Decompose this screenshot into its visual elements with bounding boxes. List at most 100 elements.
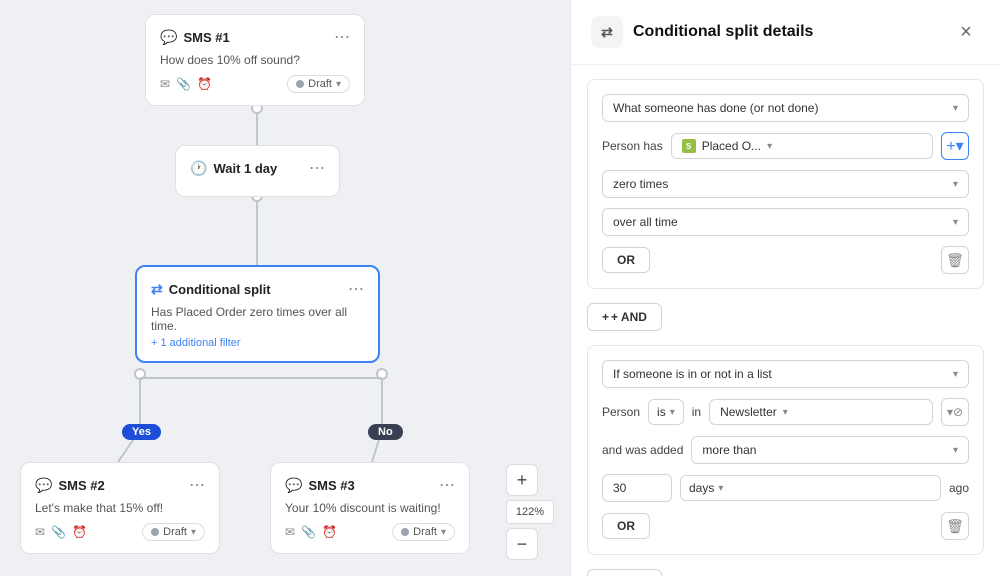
block1-times-chevron: ▾ bbox=[953, 179, 958, 190]
block1-add-filter-button[interactable]: +▾ bbox=[941, 132, 969, 160]
and-plus-icon: + bbox=[602, 310, 609, 324]
draft-dot bbox=[296, 80, 304, 88]
block2-delete-button[interactable]: 🗑 bbox=[941, 512, 969, 540]
sms1-title: 💬 SMS #1 bbox=[160, 29, 230, 46]
sms2-node: 💬 SMS #2 ⋯ Let's make that 15% off! ✉ 📎 … bbox=[20, 462, 220, 554]
block2-days-row: days ▾ ago bbox=[602, 474, 969, 502]
conditional-more-button[interactable]: ⋯ bbox=[348, 279, 364, 299]
shopify-logo: S bbox=[682, 139, 696, 153]
block1-footer: OR 🗑 bbox=[602, 246, 969, 274]
block2-top-select[interactable]: If someone is in or not in a list ▾ bbox=[602, 360, 969, 388]
zoom-in-button[interactable]: + bbox=[506, 464, 538, 496]
block1-or-button[interactable]: OR bbox=[602, 247, 650, 273]
condition-block-2: If someone is in or not in a list ▾ Pers… bbox=[587, 345, 984, 555]
sms1-draft-badge[interactable]: Draft ▾ bbox=[287, 75, 350, 93]
sms2-icons: ✉ 📎 ⏰ bbox=[35, 525, 87, 539]
clip-icon: 📎 bbox=[176, 77, 191, 91]
condition-block-1: What someone has done (or not done) ▾ Pe… bbox=[587, 79, 984, 289]
sms3-clock-icon: ⏰ bbox=[322, 525, 337, 539]
filter-icon: ▾⊘ bbox=[947, 405, 963, 419]
block1-delete-icon: 🗑 bbox=[946, 252, 964, 269]
conditional-split-panel: ⇄ Conditional split details × What someo… bbox=[570, 0, 1000, 576]
sms3-header: 💬 SMS #3 ⋯ bbox=[285, 475, 455, 495]
block1-period-select[interactable]: over all time ▾ bbox=[602, 208, 969, 236]
sms2-draft-chevron: ▾ bbox=[191, 527, 196, 538]
sms-icon: 💬 bbox=[160, 29, 177, 46]
block2-more-than-select[interactable]: more than ▾ bbox=[691, 436, 969, 464]
conditional-body: Has Placed Order zero times over all tim… bbox=[151, 305, 364, 349]
conditional-header: ⇄ Conditional split ⋯ bbox=[151, 279, 364, 299]
panel-title-group: ⇄ Conditional split details bbox=[591, 16, 813, 48]
sms3-icons: ✉ 📎 ⏰ bbox=[285, 525, 337, 539]
block1-person-row: Person has S Placed O... ▾ +▾ bbox=[602, 132, 969, 160]
block1-person-label: Person has bbox=[602, 139, 663, 153]
sms3-more-button[interactable]: ⋯ bbox=[439, 475, 455, 495]
block2-filter-button[interactable]: ▾⊘ bbox=[941, 398, 969, 426]
sms3-envelope-icon: ✉ bbox=[285, 525, 295, 539]
is-chevron: ▾ bbox=[670, 407, 675, 418]
sms2-clock-icon: ⏰ bbox=[72, 525, 87, 539]
block1-times-select[interactable]: zero times ▾ bbox=[602, 170, 969, 198]
block2-person-row: Person is ▾ in Newsletter ▾ ▾⊘ bbox=[602, 398, 969, 426]
panel-icon: ⇄ bbox=[591, 16, 623, 48]
sms2-title: 💬 SMS #2 bbox=[35, 477, 105, 494]
sms2-draft-dot bbox=[151, 528, 159, 536]
sms3-draft-chevron: ▾ bbox=[441, 527, 446, 538]
wait-title: 🕐 Wait 1 day bbox=[190, 160, 277, 177]
split-icon: ⇄ bbox=[151, 281, 163, 298]
block2-newsletter-select[interactable]: Newsletter ▾ bbox=[709, 399, 933, 425]
sms3-node: 💬 SMS #3 ⋯ Your 10% discount is waiting!… bbox=[270, 462, 470, 554]
sms2-envelope-icon: ✉ bbox=[35, 525, 45, 539]
block1-shopify-select[interactable]: S Placed O... ▾ bbox=[671, 133, 933, 159]
block1-top-chevron: ▾ bbox=[953, 103, 958, 114]
block1-delete-button[interactable]: 🗑 bbox=[941, 246, 969, 274]
block2-delete-icon: 🗑 bbox=[946, 518, 964, 535]
block1-period-chevron: ▾ bbox=[953, 217, 958, 228]
sms2-header: 💬 SMS #2 ⋯ bbox=[35, 475, 205, 495]
block2-days-input[interactable] bbox=[602, 474, 672, 502]
clock-icon: ⏰ bbox=[197, 77, 212, 91]
canvas-controls: + 122% − bbox=[506, 464, 554, 560]
more-than-chevron: ▾ bbox=[953, 445, 958, 456]
wait-node: 🕐 Wait 1 day ⋯ bbox=[175, 145, 340, 197]
block2-or-button[interactable]: OR bbox=[602, 513, 650, 539]
sms1-node: 💬 SMS #1 ⋯ How does 10% off sound? ✉ 📎 ⏰… bbox=[145, 14, 365, 106]
and-separator-1: + + AND bbox=[587, 301, 984, 333]
wait-more-button[interactable]: ⋯ bbox=[309, 158, 325, 178]
envelope-icon: ✉ bbox=[160, 77, 170, 91]
wait-header: 🕐 Wait 1 day ⋯ bbox=[190, 158, 325, 178]
sms2-icon: 💬 bbox=[35, 477, 52, 494]
sms2-more-button[interactable]: ⋯ bbox=[189, 475, 205, 495]
block2-added-label: and was added bbox=[602, 443, 683, 457]
block2-added-row: and was added more than ▾ bbox=[602, 436, 969, 464]
split-panel-icon: ⇄ bbox=[601, 24, 613, 41]
conditional-node: ⇄ Conditional split ⋯ Has Placed Order z… bbox=[135, 265, 380, 363]
close-panel-button[interactable]: × bbox=[952, 18, 980, 46]
and-button-1[interactable]: + + AND bbox=[587, 303, 662, 331]
and-button-2[interactable]: + + AND bbox=[587, 569, 662, 576]
conditional-filter-tag: + 1 additional filter bbox=[151, 337, 364, 349]
sms2-draft-badge[interactable]: Draft ▾ bbox=[142, 523, 205, 541]
block1-top-select[interactable]: What someone has done (or not done) ▾ bbox=[602, 94, 969, 122]
sms2-body: Let's make that 15% off! bbox=[35, 501, 205, 515]
sms3-clip-icon: 📎 bbox=[301, 525, 316, 539]
panel-body: What someone has done (or not done) ▾ Pe… bbox=[571, 65, 1000, 576]
block2-in-label: in bbox=[692, 405, 701, 419]
block2-top-chevron: ▾ bbox=[953, 369, 958, 380]
block2-days-select[interactable]: days ▾ bbox=[680, 475, 941, 501]
sms1-footer: ✉ 📎 ⏰ Draft ▾ bbox=[160, 75, 350, 93]
sms3-body: Your 10% discount is waiting! bbox=[285, 501, 455, 515]
zoom-out-button[interactable]: − bbox=[506, 528, 538, 560]
sms3-icon: 💬 bbox=[285, 477, 302, 494]
block2-is-select[interactable]: is ▾ bbox=[648, 399, 684, 425]
draft-chevron: ▾ bbox=[336, 79, 341, 90]
yes-badge: Yes bbox=[122, 424, 161, 440]
flow-canvas: 💬 SMS #1 ⋯ How does 10% off sound? ✉ 📎 ⏰… bbox=[0, 0, 570, 576]
sms1-more-button[interactable]: ⋯ bbox=[334, 27, 350, 47]
add-filter-icon: +▾ bbox=[946, 136, 963, 156]
sms2-footer: ✉ 📎 ⏰ Draft ▾ bbox=[35, 523, 205, 541]
sms1-body: How does 10% off sound? bbox=[160, 53, 350, 67]
block2-ago-label: ago bbox=[949, 481, 969, 495]
sms3-draft-badge[interactable]: Draft ▾ bbox=[392, 523, 455, 541]
days-chevron: ▾ bbox=[718, 483, 723, 494]
